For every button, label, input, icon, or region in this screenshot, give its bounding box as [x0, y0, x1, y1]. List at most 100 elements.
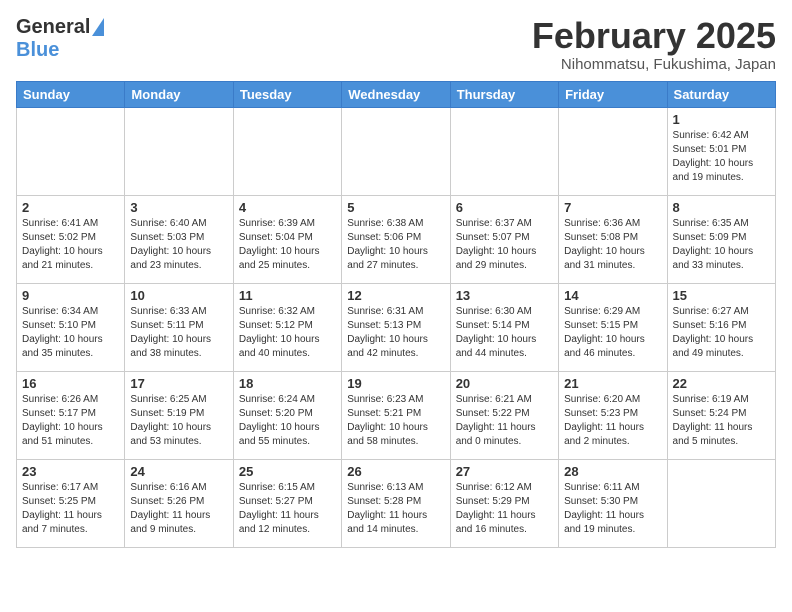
calendar-table: SundayMondayTuesdayWednesdayThursdayFrid… [16, 81, 776, 548]
day-info: Sunrise: 6:35 AM Sunset: 5:09 PM Dayligh… [673, 217, 770, 273]
calendar-day-cell: 27Sunrise: 6:12 AM Sunset: 5:29 PM Dayli… [450, 459, 558, 547]
day-number: 6 [456, 200, 553, 215]
day-of-week-header: Monday [125, 81, 233, 107]
calendar-day-cell: 20 Sunrise: 6:21 AM Sunset: 5:22 PM Dayli… [450, 371, 558, 459]
day-info: Sunrise: 6:39 AM Sunset: 5:04 PM Dayligh… [239, 217, 336, 273]
day-info: Sunrise: 6:16 AM Sunset: 5:26 PM Dayligh… [130, 481, 227, 537]
calendar-day-cell: 12Sunrise: 6:31 AM Sunset: 5:13 PM Dayli… [342, 283, 450, 371]
calendar-day-cell [667, 459, 775, 547]
day-number: 8 [673, 200, 770, 215]
day-info: Sunrise: 6:20 AM Sunset: 5:23 PM Dayligh… [564, 393, 661, 449]
day-number: 20 [456, 376, 553, 391]
day-info: Sunrise: 6:37 AM Sunset: 5:07 PM Dayligh… [456, 217, 553, 273]
day-number: 28 [564, 464, 661, 479]
calendar-day-cell: 13 Sunrise: 6:30 AM Sunset: 5:14 PM Dayli… [450, 283, 558, 371]
title-block: February 2025 Nihommatsu, Fukushima, Jap… [532, 16, 776, 73]
page-header: General Blue February 2025 Nihommatsu, F… [16, 16, 776, 73]
calendar-day-cell [233, 107, 341, 195]
day-number: 4 [239, 200, 336, 215]
day-info: Sunrise: 6:24 AM Sunset: 5:20 PM Dayligh… [239, 393, 336, 449]
day-info: Sunrise: 6:26 AM Sunset: 5:17 PM Dayligh… [22, 393, 119, 449]
calendar-day-cell: 17 Sunrise: 6:25 AM Sunset: 5:19 PM Dayli… [125, 371, 233, 459]
calendar-week-row: 9 Sunrise: 6:34 AM Sunset: 5:10 PM Daylig… [17, 283, 776, 371]
calendar-day-cell: 3 Sunrise: 6:40 AM Sunset: 5:03 PM Daylig… [125, 195, 233, 283]
logo: General Blue [16, 16, 104, 62]
day-info: Sunrise: 6:40 AM Sunset: 5:03 PM Dayligh… [130, 217, 227, 273]
calendar-day-cell: 15Sunrise: 6:27 AM Sunset: 5:16 PM Dayli… [667, 283, 775, 371]
calendar-day-cell: 8 Sunrise: 6:35 AM Sunset: 5:09 PM Daylig… [667, 195, 775, 283]
calendar-header-row: SundayMondayTuesdayWednesdayThursdayFrid… [17, 81, 776, 107]
calendar-day-cell: 11 Sunrise: 6:32 AM Sunset: 5:12 PM Dayli… [233, 283, 341, 371]
calendar-day-cell [125, 107, 233, 195]
day-number: 5 [347, 200, 444, 215]
day-number: 19 [347, 376, 444, 391]
day-number: 17 [130, 376, 227, 391]
day-number: 15 [673, 288, 770, 303]
day-number: 27 [456, 464, 553, 479]
day-info: Sunrise: 6:25 AM Sunset: 5:19 PM Dayligh… [130, 393, 227, 449]
calendar-week-row: 16 Sunrise: 6:26 AM Sunset: 5:17 PM Dayli… [17, 371, 776, 459]
day-number: 24 [130, 464, 227, 479]
calendar-day-cell: 19 Sunrise: 6:23 AM Sunset: 5:21 PM Dayli… [342, 371, 450, 459]
day-number: 9 [22, 288, 119, 303]
calendar-day-cell: 16 Sunrise: 6:26 AM Sunset: 5:17 PM Dayli… [17, 371, 125, 459]
logo-blue-text: Blue [16, 39, 59, 62]
calendar-week-row: 23Sunrise: 6:17 AM Sunset: 5:25 PM Dayli… [17, 459, 776, 547]
calendar-day-cell: 4 Sunrise: 6:39 AM Sunset: 5:04 PM Daylig… [233, 195, 341, 283]
calendar-day-cell: 2 Sunrise: 6:41 AM Sunset: 5:02 PM Daylig… [17, 195, 125, 283]
day-number: 16 [22, 376, 119, 391]
day-info: Sunrise: 6:32 AM Sunset: 5:12 PM Dayligh… [239, 305, 336, 361]
day-info: Sunrise: 6:21 AM Sunset: 5:22 PM Dayligh… [456, 393, 553, 449]
calendar-day-cell: 5 Sunrise: 6:38 AM Sunset: 5:06 PM Daylig… [342, 195, 450, 283]
day-info: Sunrise: 6:19 AM Sunset: 5:24 PM Dayligh… [673, 393, 770, 449]
calendar-day-cell: 10 Sunrise: 6:33 AM Sunset: 5:11 PM Dayli… [125, 283, 233, 371]
calendar-day-cell: 1 Sunrise: 6:42 AM Sunset: 5:01 PM Daylig… [667, 107, 775, 195]
day-of-week-header: Sunday [17, 81, 125, 107]
day-of-week-header: Tuesday [233, 81, 341, 107]
day-info: Sunrise: 6:23 AM Sunset: 5:21 PM Dayligh… [347, 393, 444, 449]
day-of-week-header: Wednesday [342, 81, 450, 107]
logo-general-text: General [16, 16, 90, 39]
calendar-day-cell: 14Sunrise: 6:29 AM Sunset: 5:15 PM Dayli… [559, 283, 667, 371]
day-number: 10 [130, 288, 227, 303]
day-number: 7 [564, 200, 661, 215]
day-info: Sunrise: 6:42 AM Sunset: 5:01 PM Dayligh… [673, 129, 770, 185]
day-number: 26 [347, 464, 444, 479]
day-number: 2 [22, 200, 119, 215]
location-title: Nihommatsu, Fukushima, Japan [532, 56, 776, 73]
logo-triangle-icon [92, 18, 104, 36]
day-info: Sunrise: 6:41 AM Sunset: 5:02 PM Dayligh… [22, 217, 119, 273]
day-info: Sunrise: 6:13 AM Sunset: 5:28 PM Dayligh… [347, 481, 444, 537]
day-info: Sunrise: 6:17 AM Sunset: 5:25 PM Dayligh… [22, 481, 119, 537]
day-info: Sunrise: 6:34 AM Sunset: 5:10 PM Dayligh… [22, 305, 119, 361]
calendar-day-cell: 7 Sunrise: 6:36 AM Sunset: 5:08 PM Daylig… [559, 195, 667, 283]
calendar-day-cell: 28 Sunrise: 6:11 AM Sunset: 5:30 PM Dayli… [559, 459, 667, 547]
day-number: 22 [673, 376, 770, 391]
calendar-day-cell: 6 Sunrise: 6:37 AM Sunset: 5:07 PM Daylig… [450, 195, 558, 283]
calendar-week-row: 2 Sunrise: 6:41 AM Sunset: 5:02 PM Daylig… [17, 195, 776, 283]
calendar-day-cell: 9 Sunrise: 6:34 AM Sunset: 5:10 PM Daylig… [17, 283, 125, 371]
month-title: February 2025 [532, 16, 776, 56]
day-info: Sunrise: 6:11 AM Sunset: 5:30 PM Dayligh… [564, 481, 661, 537]
calendar-week-row: 1 Sunrise: 6:42 AM Sunset: 5:01 PM Daylig… [17, 107, 776, 195]
calendar-day-cell: 18 Sunrise: 6:24 AM Sunset: 5:20 PM Dayli… [233, 371, 341, 459]
day-of-week-header: Friday [559, 81, 667, 107]
day-number: 14 [564, 288, 661, 303]
day-info: Sunrise: 6:15 AM Sunset: 5:27 PM Dayligh… [239, 481, 336, 537]
day-number: 3 [130, 200, 227, 215]
day-number: 13 [456, 288, 553, 303]
day-info: Sunrise: 6:38 AM Sunset: 5:06 PM Dayligh… [347, 217, 444, 273]
calendar-day-cell [17, 107, 125, 195]
day-of-week-header: Saturday [667, 81, 775, 107]
day-of-week-header: Thursday [450, 81, 558, 107]
day-number: 21 [564, 376, 661, 391]
day-number: 11 [239, 288, 336, 303]
day-info: Sunrise: 6:36 AM Sunset: 5:08 PM Dayligh… [564, 217, 661, 273]
calendar-day-cell: 23Sunrise: 6:17 AM Sunset: 5:25 PM Dayli… [17, 459, 125, 547]
day-info: Sunrise: 6:30 AM Sunset: 5:14 PM Dayligh… [456, 305, 553, 361]
day-number: 1 [673, 112, 770, 127]
day-info: Sunrise: 6:33 AM Sunset: 5:11 PM Dayligh… [130, 305, 227, 361]
day-number: 18 [239, 376, 336, 391]
calendar-day-cell [559, 107, 667, 195]
calendar-day-cell [342, 107, 450, 195]
